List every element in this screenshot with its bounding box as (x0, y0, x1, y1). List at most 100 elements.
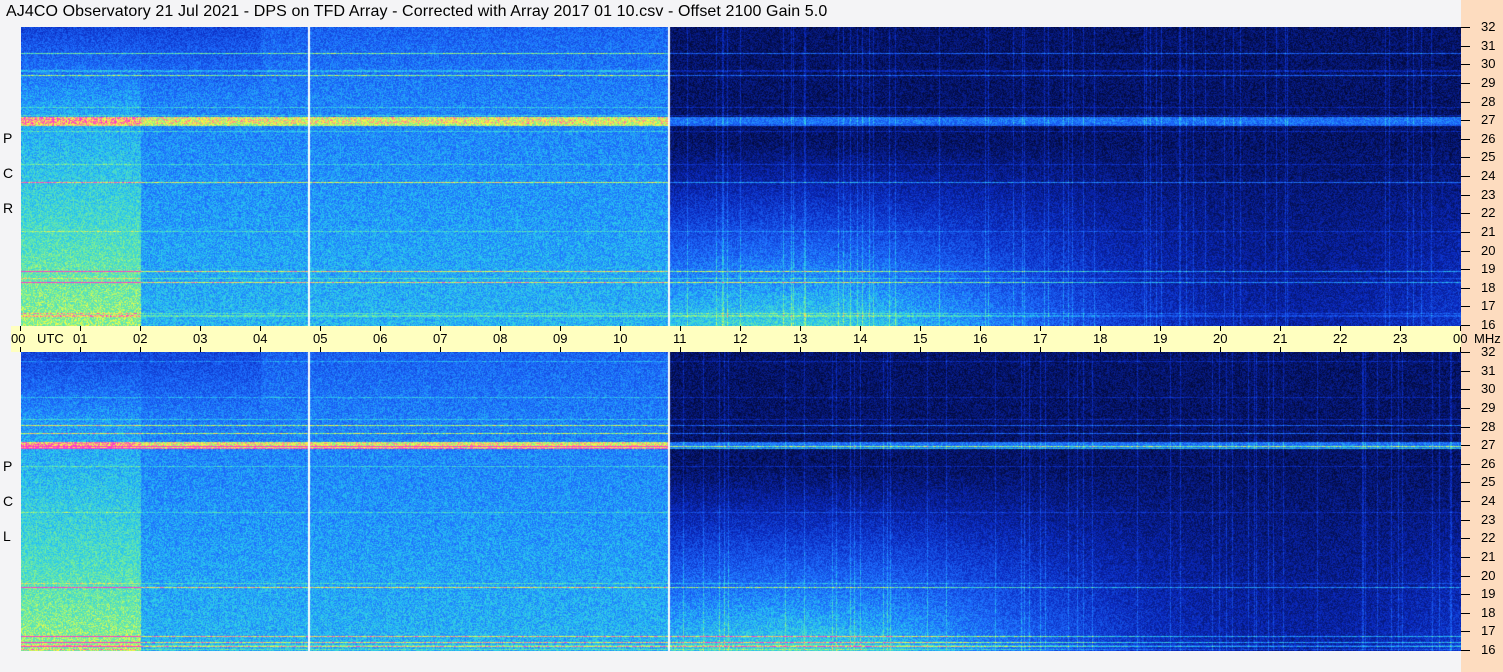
time-tick-label: 18 (1093, 331, 1108, 346)
freq-tick-label: 26 (1481, 455, 1496, 471)
time-tick-mark (920, 347, 921, 352)
time-tick-mark (260, 347, 261, 352)
freq-tick-mark (1461, 213, 1470, 215)
freq-tick-label: 19 (1481, 586, 1496, 602)
freq-tick-label: 19 (1481, 261, 1496, 277)
time-tick-mark (1040, 347, 1041, 352)
rcp-label-p: P (3, 130, 13, 146)
freq-tick-mark (1461, 575, 1470, 577)
time-tick-mark (680, 347, 681, 352)
time-tick-mark (20, 347, 21, 352)
freq-tick-mark (1461, 426, 1470, 428)
freq-tick-mark (1461, 370, 1470, 372)
time-tick-label: 19 (1153, 331, 1168, 346)
freq-tick-mark (1461, 231, 1470, 233)
time-tick-label: 08 (493, 331, 508, 346)
freq-tick-mark (1461, 101, 1470, 103)
freq-tick-label: 31 (1481, 362, 1496, 378)
time-tick-label: 14 (853, 331, 868, 346)
time-tick-label: 20 (1213, 331, 1228, 346)
freq-tick-label: 18 (1481, 604, 1496, 620)
time-tick-label: 00 (11, 331, 26, 346)
time-tick-mark (140, 347, 141, 352)
freq-tick-label: 16 (1481, 642, 1496, 657)
freq-tick-mark (1461, 45, 1470, 47)
time-tick-label: 01 (73, 331, 88, 346)
time-tick-label: 23 (1393, 331, 1408, 346)
freq-tick-label: 24 (1481, 168, 1496, 183)
freq-tick-mark (1461, 650, 1470, 651)
time-tick-mark (800, 347, 801, 352)
freq-tick-label: 23 (1481, 511, 1496, 527)
freq-tick-label: 16 (1481, 317, 1496, 332)
time-tick-label: 22 (1333, 331, 1348, 346)
freq-tick-label: 20 (1481, 567, 1496, 583)
freq-tick-label: 24 (1481, 493, 1496, 508)
time-tick-label: 17 (1033, 331, 1048, 346)
freq-tick-mark (1461, 594, 1470, 596)
time-tick-label: 15 (913, 331, 928, 346)
time-tick-label: 06 (373, 331, 388, 346)
freq-tick-mark (1461, 556, 1470, 558)
time-tick-mark (740, 347, 741, 352)
time-tick-label: 10 (613, 331, 628, 346)
freq-tick-mark (1461, 287, 1470, 289)
time-tick-mark (500, 347, 501, 352)
rcp-label-r: R (3, 200, 14, 216)
freq-tick-mark (1461, 120, 1470, 122)
freq-tick-mark (1461, 138, 1470, 140)
freq-tick-mark (1461, 250, 1470, 252)
freq-tick-label: 17 (1481, 298, 1496, 314)
freq-tick-mark (1461, 176, 1470, 177)
time-tick-mark (320, 347, 321, 352)
time-tick-mark (1160, 347, 1161, 352)
freq-tick-mark (1461, 538, 1470, 540)
freq-tick-label: 17 (1481, 623, 1496, 639)
freq-tick-label: 30 (1481, 56, 1496, 72)
time-tick-label: 16 (973, 331, 988, 346)
freq-tick-label: 21 (1481, 548, 1496, 564)
time-tick-mark (380, 347, 381, 352)
lcp-spectrogram (21, 352, 1461, 651)
freq-tick-label: 28 (1481, 93, 1496, 109)
time-tick-label: 13 (793, 331, 808, 346)
freq-tick-label: 32 (1481, 19, 1496, 34)
freq-tick-label: 27 (1481, 437, 1496, 453)
freq-tick-mark (1461, 501, 1470, 502)
freq-tick-label: 29 (1481, 399, 1496, 415)
time-tick-mark (200, 347, 201, 352)
time-tick-mark (860, 347, 861, 352)
freq-tick-mark (1461, 482, 1470, 484)
time-tick-mark (1220, 347, 1221, 352)
freq-tick-label: 26 (1481, 130, 1496, 146)
lcp-label-c: C (3, 493, 14, 509)
freq-tick-mark (1461, 306, 1470, 308)
rcp-spectrogram (21, 27, 1461, 326)
time-tick-mark (1100, 347, 1101, 352)
chart-title: AJ4CO Observatory 21 Jul 2021 - DPS on T… (6, 3, 828, 20)
freq-tick-label: 29 (1481, 74, 1496, 90)
freq-tick-mark (1461, 82, 1470, 84)
time-tick-mark (80, 347, 81, 352)
time-tick-mark (1400, 347, 1401, 352)
freq-tick-mark (1461, 64, 1470, 66)
time-tick-label: 03 (193, 331, 208, 346)
time-tick-label: 04 (253, 331, 268, 346)
time-tick-mark (1340, 347, 1341, 352)
freq-tick-label: 18 (1481, 279, 1496, 295)
time-tick-label: 12 (733, 331, 748, 346)
freq-tick-mark (1461, 157, 1470, 159)
freq-tick-label: 25 (1481, 149, 1496, 165)
time-tick-label: 09 (553, 331, 568, 346)
freq-tick-label: 21 (1481, 223, 1496, 239)
freq-tick-mark (1461, 407, 1470, 409)
freq-tick-mark (1461, 352, 1470, 353)
freq-tick-label: 32 (1481, 344, 1496, 359)
freq-tick-mark (1461, 631, 1470, 633)
freq-tick-mark (1461, 389, 1470, 391)
freq-tick-mark (1461, 519, 1470, 521)
freq-tick-label: 25 (1481, 474, 1496, 490)
time-tick-mark (620, 347, 621, 352)
freq-tick-label: 30 (1481, 381, 1496, 397)
freq-tick-label: 27 (1481, 112, 1496, 128)
